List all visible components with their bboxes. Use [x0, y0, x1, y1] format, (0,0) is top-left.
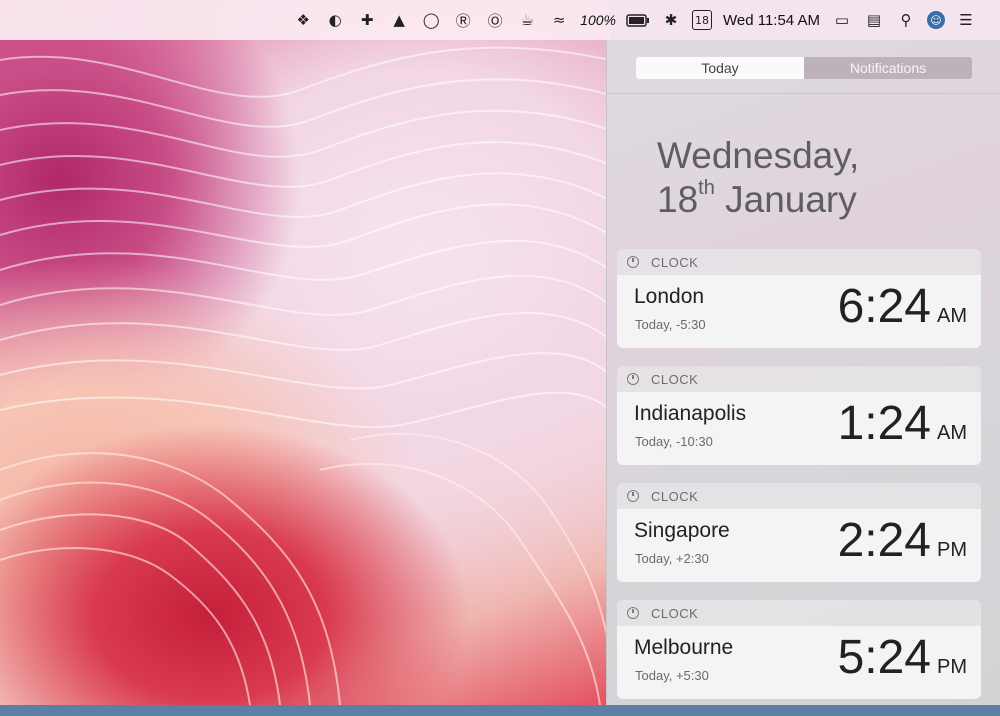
wallpaper-waves [0, 46, 610, 705]
clock-icon [627, 256, 639, 268]
avatar-icon[interactable]: ☺ [927, 11, 945, 29]
menubar-clock[interactable]: Wed 11:54 AM [723, 12, 820, 29]
city-time: 2:24 PM [838, 513, 967, 568]
date-month: January [714, 179, 857, 220]
widget-title: CLOCK [651, 605, 699, 621]
widget-header: CLOCK [617, 366, 981, 392]
widget-body: London Today, -5:30 6:24 AM [617, 275, 981, 348]
city-name: London [634, 285, 705, 308]
time-offset: Today, -5:30 [635, 317, 706, 332]
i-app-icon[interactable]: Ⓞ [484, 9, 506, 31]
widget-header: CLOCK [617, 600, 981, 626]
city-name: Melbourne [634, 636, 734, 659]
calendar-icon[interactable]: 18 [691, 10, 712, 30]
widget-body: Melbourne Today, +5:30 5:24 PM [617, 626, 981, 699]
city-name: Singapore [634, 519, 730, 542]
speedometer-icon[interactable]: ◯ [420, 9, 442, 31]
divider [607, 93, 1000, 94]
time-ampm: PM [937, 656, 967, 678]
time-offset: Today, +2:30 [635, 551, 709, 566]
date-day: 18 [657, 179, 699, 220]
search-icon[interactable]: ⚲ [895, 9, 917, 31]
time-offset: Today, +5:30 [635, 668, 709, 683]
desktop-wallpaper [0, 0, 610, 705]
screen: ❖ ◐ ✚ ▲ ◯ Ⓡ Ⓞ ☕ ≈ 100% ✱ 18 Wed 11:54 AM… [0, 0, 1000, 716]
city-time: 1:24 AM [838, 396, 967, 451]
time-value: 6:24 [837, 280, 931, 333]
widget-header: CLOCK [617, 483, 981, 509]
battery-icon[interactable] [626, 9, 650, 31]
clock-widget-london[interactable]: CLOCK London Today, -5:30 6:24 AM [617, 249, 981, 352]
time-ampm: PM [937, 539, 967, 561]
widget-title: CLOCK [651, 371, 699, 387]
widget-title: CLOCK [651, 254, 699, 270]
dropbox-icon[interactable]: ❖ [292, 9, 314, 31]
time-offset: Today, -10:30 [635, 434, 713, 449]
widget-header: CLOCK [617, 249, 981, 275]
time-ampm: AM [937, 422, 967, 444]
time-value: 5:24 [837, 631, 931, 684]
tab-today[interactable]: Today [636, 57, 804, 79]
time-value: 1:24 [837, 397, 931, 450]
menu-bar: ❖ ◐ ✚ ▲ ◯ Ⓡ Ⓞ ☕ ≈ 100% ✱ 18 Wed 11:54 AM… [0, 0, 1000, 40]
clock-widget-indianapolis[interactable]: CLOCK Indianapolis Today, -10:30 1:24 AM [617, 366, 981, 469]
window-icon[interactable]: ▤ [863, 9, 885, 31]
date-day-month: 18th January [657, 177, 857, 221]
date-weekday: Wednesday, [657, 135, 860, 176]
battery-percent[interactable]: 100% [580, 12, 616, 28]
city-time: 6:24 AM [838, 279, 967, 334]
clock-icon [627, 373, 639, 385]
panel-tabs: Today Notifications [636, 57, 972, 79]
clock-icon [627, 490, 639, 502]
cup-icon[interactable]: ☕ [516, 9, 538, 31]
notification-center-panel: Today Notifications Wednesday, 18th Janu… [606, 40, 1000, 705]
clock-icon [627, 607, 639, 619]
city-time: 5:24 PM [838, 630, 967, 685]
widget-body: Singapore Today, +2:30 2:24 PM [617, 509, 981, 582]
widget-body: Indianapolis Today, -10:30 1:24 AM [617, 392, 981, 465]
date-ordinal: th [698, 177, 715, 199]
time-ampm: AM [937, 305, 967, 327]
circle-app-icon[interactable]: ◐ [324, 9, 346, 31]
s-app-icon[interactable]: Ⓡ [452, 9, 474, 31]
bottom-frame-border [0, 705, 1000, 716]
plus-app-icon[interactable]: ✚ [356, 9, 378, 31]
city-name: Indianapolis [634, 402, 747, 425]
hat-icon[interactable]: ▲ [388, 9, 410, 31]
widget-title: CLOCK [651, 488, 699, 504]
clock-widget-singapore[interactable]: CLOCK Singapore Today, +2:30 2:24 PM [617, 483, 981, 586]
wifi-icon[interactable]: ≈ [548, 9, 570, 31]
time-value: 2:24 [837, 514, 931, 567]
clock-widget-melbourne[interactable]: CLOCK Melbourne Today, +5:30 5:24 PM [617, 600, 981, 703]
notification-list-icon[interactable]: ☰ [955, 9, 977, 31]
calendar-badge: 18 [694, 13, 709, 27]
airplay-icon[interactable]: ▭ [831, 9, 853, 31]
tab-notifications[interactable]: Notifications [804, 57, 972, 79]
bluetooth-icon[interactable]: ✱ [660, 9, 682, 31]
